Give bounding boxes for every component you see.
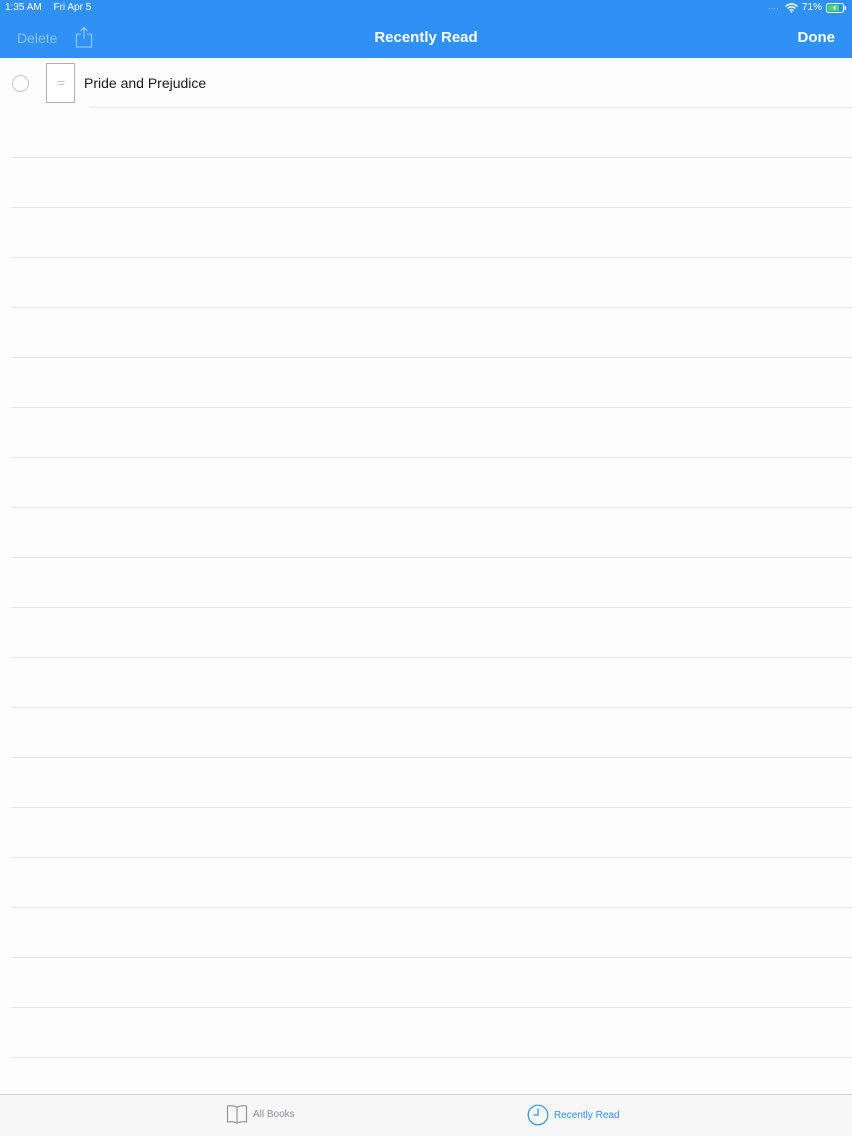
row-separator: [12, 307, 852, 308]
nav-bar: Delete Recently Read Done: [0, 16, 852, 58]
done-button[interactable]: Done: [798, 29, 836, 46]
tab-recently-read-label: Recently Read: [554, 1109, 620, 1121]
book-list: Pride and Prejudice: [0, 58, 852, 1094]
tab-bar: All Books Recently Read: [0, 1094, 852, 1136]
status-date: Fri Apr 5: [53, 2, 92, 13]
row-separator: [12, 507, 852, 508]
status-bar: 1:35 AM Fri Apr 5 .... 71%: [0, 0, 852, 16]
book-cover-thumbnail: [46, 63, 75, 103]
status-time: 1:35 AM: [5, 2, 42, 13]
tab-all-books-label: All Books: [253, 1108, 295, 1120]
status-left: 1:35 AM Fri Apr 5: [5, 2, 100, 13]
row-separator: [12, 607, 852, 608]
row-separator: [12, 557, 852, 558]
row-separator: [12, 757, 852, 758]
selection-circle-icon[interactable]: [12, 75, 29, 92]
row-separator: [12, 207, 852, 208]
header: 1:35 AM Fri Apr 5 .... 71% Delete Recent…: [0, 0, 852, 58]
wifi-icon: [785, 2, 798, 13]
tab-recently-read[interactable]: Recently Read: [527, 1104, 620, 1126]
battery-percent: 71%: [801, 2, 822, 13]
battery-icon: [826, 2, 846, 13]
status-right: .... 71%: [768, 2, 847, 13]
row-separator: [12, 407, 852, 408]
row-separator: [12, 807, 852, 808]
tab-all-books[interactable]: All Books: [226, 1104, 295, 1124]
book-title: Pride and Prejudice: [84, 75, 207, 91]
clock-icon: [527, 1104, 549, 1126]
row-separator: [12, 1057, 852, 1058]
book-icon: [226, 1105, 248, 1124]
row-separator: [12, 157, 852, 158]
row-separator: [12, 657, 852, 658]
list-item[interactable]: Pride and Prejudice: [0, 58, 852, 108]
row-separator: [12, 957, 852, 958]
row-separator: [12, 707, 852, 708]
row-separator: [12, 457, 852, 458]
row-separator: [12, 1007, 852, 1008]
row-separator: [12, 907, 852, 908]
row-separator: [12, 857, 852, 858]
screen: 1:35 AM Fri Apr 5 .... 71% Delete Recent…: [0, 0, 852, 1136]
row-separator: [12, 357, 852, 358]
page-title: Recently Read: [374, 29, 478, 46]
row-separator: [90, 107, 852, 108]
row-separator: [12, 257, 852, 258]
signal-icon: ....: [768, 1, 779, 11]
